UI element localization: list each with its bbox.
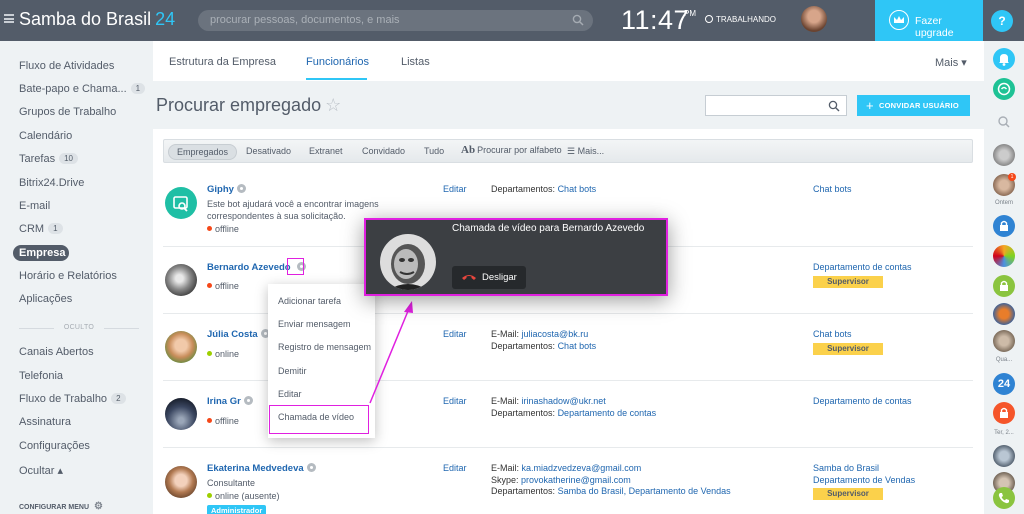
right-sidebar: 1 Ontem Qua... 24 Ter, 2... [984,41,1024,514]
group-chat-icon[interactable] [993,245,1015,267]
bitrix24-app-icon[interactable]: 24 [993,373,1015,395]
unread-badge: 1 [1008,173,1016,181]
video-call-popup: Chamada de vídeo para Bernardo Azevedo D… [364,218,668,296]
date-label: Ontem [994,200,1013,206]
caller-photo [380,234,436,290]
contact-label: Qua... [995,357,1013,363]
contact-avatar[interactable]: 1 [993,173,1016,196]
live-feed-icon[interactable] [993,78,1015,100]
search-icon[interactable] [993,111,1015,133]
contact-avatar[interactable] [993,144,1015,166]
date-label: Ter, 2... [994,430,1014,436]
hangup-label: Desligar [482,272,517,283]
contact-avatar[interactable] [993,445,1015,467]
phone-icon[interactable] [993,487,1015,509]
lock-chat-icon[interactable] [993,402,1015,424]
lock-chat-icon[interactable] [993,215,1015,237]
phone-hangup-icon [462,275,476,280]
caller-portrait [380,234,436,290]
contact-avatar[interactable] [993,330,1015,352]
notifications-icon[interactable] [993,48,1015,70]
lock-chat-icon[interactable] [993,275,1015,297]
group-chat-icon[interactable] [993,303,1015,325]
video-call-title: Chamada de vídeo para Bernardo Azevedo [452,223,645,234]
hangup-button[interactable]: Desligar [452,266,526,289]
